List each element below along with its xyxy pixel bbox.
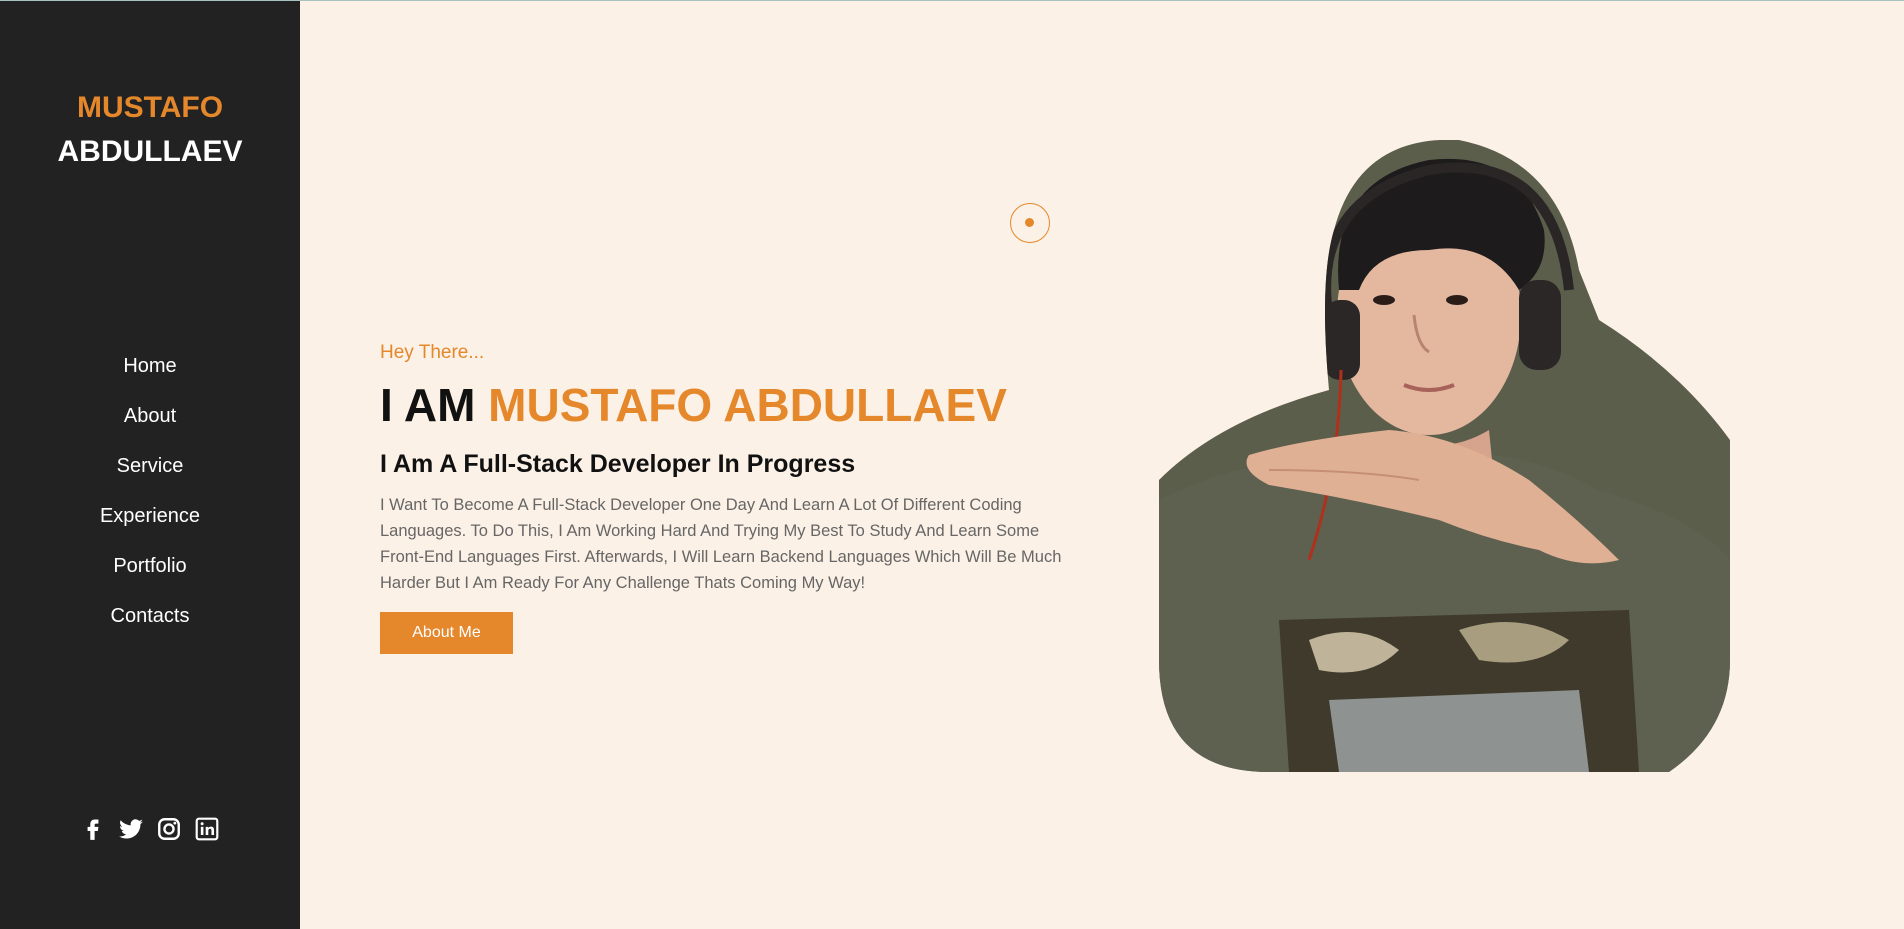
site-logo[interactable]: MUSTAFO ABDULLAEV xyxy=(0,86,300,174)
nav-link-portfolio[interactable]: Portfolio xyxy=(113,555,186,577)
hero-section: Hey There... I AM MUSTAFO ABDULLAEV I Am… xyxy=(380,340,1080,654)
sidebar-nav: Home About Service Experience Portfolio … xyxy=(0,341,300,641)
twitter-icon[interactable] xyxy=(118,816,144,842)
nav-item-home: Home xyxy=(0,341,300,391)
nav-link-home[interactable]: Home xyxy=(123,355,176,377)
headline-prefix: I AM xyxy=(380,379,489,431)
hero-greeting: Hey There... xyxy=(380,342,485,363)
logo-last-name: ABDULLAEV xyxy=(57,135,243,168)
decorative-dot-ring xyxy=(1010,203,1050,243)
nav-item-contacts: Contacts xyxy=(0,591,300,641)
nav-link-service[interactable]: Service xyxy=(117,455,184,477)
sidebar: MUSTAFO ABDULLAEV Home About Service Exp… xyxy=(0,0,300,929)
about-me-button[interactable]: About Me xyxy=(380,612,513,654)
nav-link-contacts[interactable]: Contacts xyxy=(111,605,190,627)
hero-subhead: I Am A Full-Stack Developer In Progress xyxy=(380,450,856,478)
nav-item-portfolio: Portfolio xyxy=(0,541,300,591)
instagram-icon[interactable] xyxy=(156,816,182,842)
hero-description: I Want To Become A Full-Stack Developer … xyxy=(380,496,1062,592)
linkedin-icon[interactable] xyxy=(194,816,220,842)
top-border xyxy=(0,0,1904,1)
profile-photo xyxy=(1159,140,1730,772)
nav-item-experience: Experience xyxy=(0,491,300,541)
nav-link-experience[interactable]: Experience xyxy=(100,505,200,527)
nav-link-about[interactable]: About xyxy=(124,405,176,427)
facebook-icon[interactable] xyxy=(80,816,106,842)
social-links xyxy=(0,816,300,842)
nav-item-about: About xyxy=(0,391,300,441)
headline-name: MUSTAFO ABDULLAEV xyxy=(488,379,1007,431)
nav-item-service: Service xyxy=(0,441,300,491)
hero-headline: I AM MUSTAFO ABDULLAEV xyxy=(380,378,1080,432)
logo-first-name: MUSTAFO xyxy=(76,91,224,124)
